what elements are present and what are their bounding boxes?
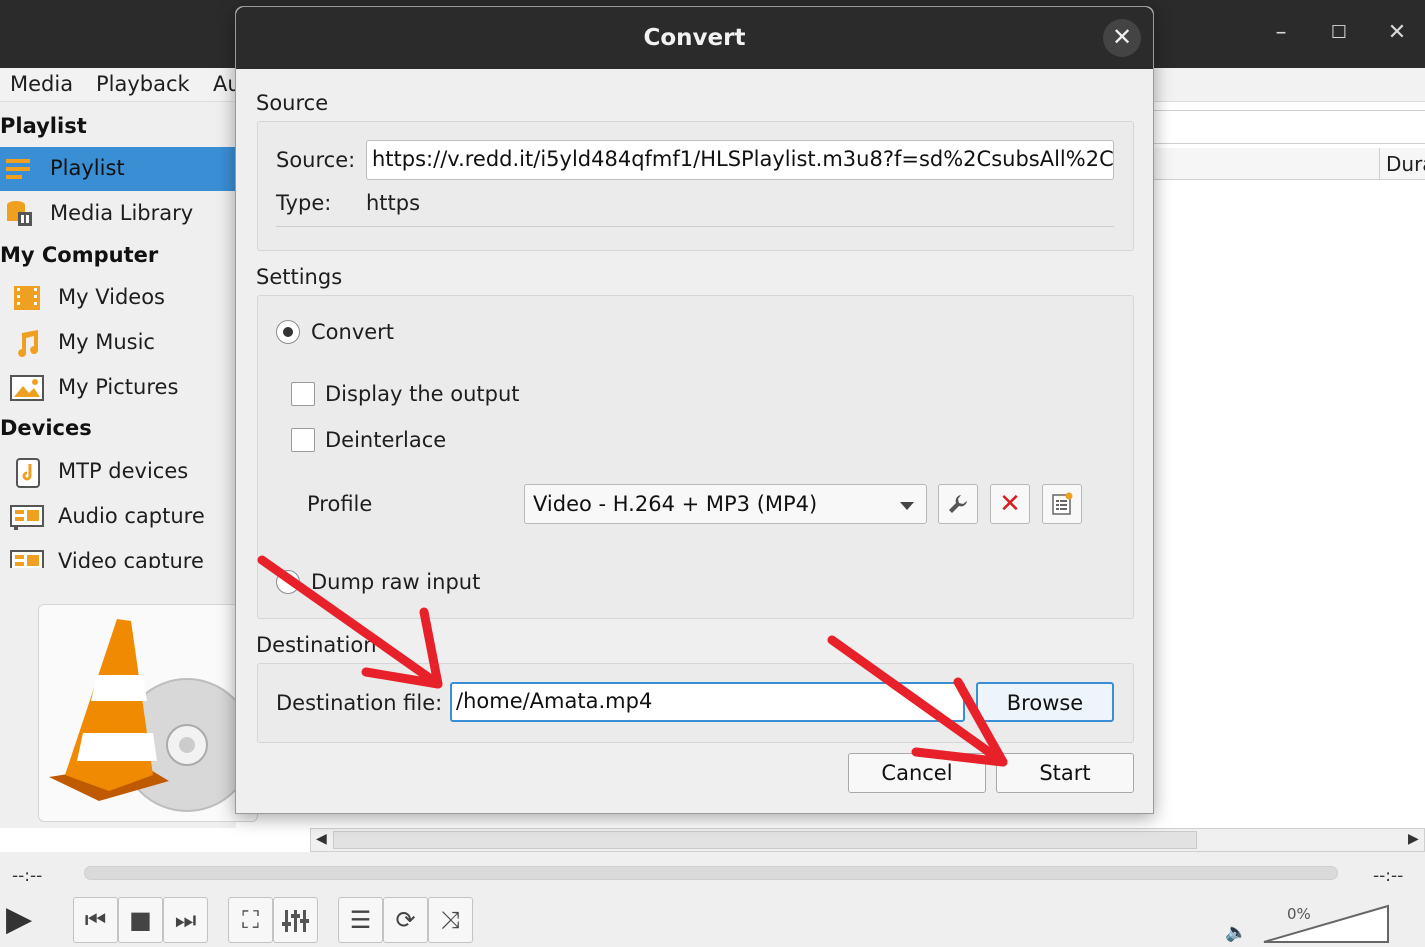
sidebar-item-label: Audio capture bbox=[58, 504, 205, 528]
album-art-placeholder bbox=[38, 604, 258, 822]
close-window-icon[interactable]: ✕ bbox=[1382, 20, 1412, 45]
scroll-right-icon[interactable]: ▶ bbox=[1408, 831, 1419, 847]
sidebar-item-label: My Music bbox=[58, 330, 155, 354]
sidebar-item-label: Media Library bbox=[50, 201, 194, 225]
sidebar-item-label: MTP devices bbox=[58, 459, 189, 483]
speaker-icon[interactable]: 🔈 bbox=[1225, 922, 1247, 943]
total-time: --:-- bbox=[1373, 866, 1404, 886]
next-button[interactable]: ⏭ bbox=[163, 897, 208, 943]
source-group: Source: https://v.redd.it/i5yld484qfmf1/… bbox=[257, 121, 1134, 251]
seek-slider[interactable] bbox=[84, 866, 1338, 880]
scroll-left-icon[interactable]: ◀ bbox=[316, 831, 327, 847]
play-button[interactable]: ▶ bbox=[6, 897, 46, 943]
sidebar-item-mtp-devices[interactable]: MTP devices bbox=[0, 450, 236, 494]
dump-raw-radio[interactable] bbox=[276, 570, 300, 594]
minimize-icon[interactable]: – bbox=[1266, 20, 1296, 45]
cancel-button[interactable]: Cancel bbox=[848, 753, 986, 793]
sidebar-item-audio-capture[interactable]: Audio capture bbox=[0, 495, 236, 539]
sidebar-item-my-pictures[interactable]: My Pictures bbox=[0, 366, 236, 410]
sidebar-item-label: My Videos bbox=[58, 285, 165, 309]
maximize-icon[interactable]: ☐ bbox=[1324, 22, 1354, 43]
source-divider bbox=[276, 226, 1114, 227]
fullscreen-button[interactable]: ⛶ bbox=[228, 897, 273, 943]
menu-media[interactable]: Media bbox=[10, 72, 73, 96]
sliders-icon bbox=[281, 910, 309, 932]
capture-card-icon bbox=[10, 503, 44, 531]
destination-file-field[interactable]: /home/Amata.mp4 bbox=[450, 682, 965, 722]
shuffle-button[interactable]: ⤨ bbox=[428, 897, 473, 943]
horizontal-scrollbar[interactable]: ◀ ▶ bbox=[310, 828, 1425, 852]
profile-select-value: Video - H.264 + MP3 (MP4) bbox=[533, 492, 818, 516]
capture-card-icon bbox=[10, 548, 44, 568]
playlist-search-field[interactable] bbox=[1153, 110, 1425, 144]
media-library-icon bbox=[4, 200, 34, 228]
deinterlace-checkbox[interactable] bbox=[291, 428, 315, 452]
sidebar-item-my-videos[interactable]: My Videos bbox=[0, 276, 236, 320]
volume-slider[interactable] bbox=[1262, 904, 1392, 944]
scrollbar-thumb[interactable] bbox=[333, 831, 1197, 849]
sidebar-heading-devices: Devices bbox=[0, 416, 92, 440]
wrench-icon bbox=[949, 495, 967, 513]
previous-button[interactable]: ⏮ bbox=[73, 897, 118, 943]
profile-select[interactable]: Video - H.264 + MP3 (MP4) bbox=[524, 484, 927, 524]
sidebar-item-playlist[interactable]: Playlist bbox=[0, 147, 236, 191]
vlc-cone-logo bbox=[49, 619, 254, 812]
elapsed-time: --:-- bbox=[12, 866, 43, 886]
sidebar-item-media-library[interactable]: Media Library bbox=[0, 192, 236, 236]
playlist-header: Dura bbox=[1153, 148, 1425, 180]
profile-label: Profile bbox=[307, 492, 373, 516]
type-label: Type: bbox=[276, 191, 332, 215]
equalizer-button[interactable] bbox=[273, 897, 318, 943]
picture-icon bbox=[10, 374, 44, 402]
start-button-label: Start bbox=[1039, 761, 1091, 785]
cancel-button-label: Cancel bbox=[881, 761, 953, 785]
convert-radio[interactable] bbox=[276, 320, 300, 344]
source-url-field[interactable]: https://v.redd.it/i5yld484qfmf1/HLSPlayl… bbox=[366, 140, 1114, 180]
new-profile-icon bbox=[1052, 492, 1073, 515]
column-duration[interactable]: Dura bbox=[1379, 148, 1425, 180]
display-output-label[interactable]: Display the output bbox=[325, 382, 520, 406]
menu-playback[interactable]: Playback bbox=[96, 72, 190, 96]
sidebar-item-label: Video capture bbox=[58, 549, 204, 568]
chevron-down-icon bbox=[900, 502, 914, 510]
sidebar-heading-playlist: Playlist bbox=[0, 114, 87, 138]
playlist-toggle-button[interactable]: ☰ bbox=[338, 897, 383, 943]
player-controls: --:-- --:-- ▶ ⏮ ■ ⏭ ⛶ ☰ ⟳ ⤨ 🔈 0% bbox=[0, 852, 1425, 947]
playlist-icon bbox=[4, 155, 34, 183]
display-output-checkbox[interactable] bbox=[291, 382, 315, 406]
destination-group: Destination file: /home/Amata.mp4 Browse bbox=[257, 663, 1134, 743]
loop-button[interactable]: ⟳ bbox=[383, 897, 428, 943]
new-profile-button[interactable] bbox=[1042, 484, 1082, 524]
settings-group: Convert Display the output Deinterlace P… bbox=[257, 295, 1134, 619]
playlist-view: Dura bbox=[1153, 102, 1425, 828]
close-icon[interactable]: ✕ bbox=[1103, 19, 1141, 57]
music-note-icon bbox=[12, 329, 42, 357]
type-value: https bbox=[366, 191, 421, 215]
delete-x-icon: ✕ bbox=[999, 489, 1021, 519]
source-label: Source: bbox=[276, 148, 356, 172]
sidebar-item-label: My Pictures bbox=[58, 375, 179, 399]
dialog-title: Convert bbox=[236, 7, 1153, 69]
destination-section-label: Destination bbox=[256, 633, 377, 657]
settings-section-label: Settings bbox=[256, 265, 343, 289]
deinterlace-label[interactable]: Deinterlace bbox=[325, 428, 446, 452]
sidebar-item-video-capture[interactable]: Video capture bbox=[0, 540, 236, 568]
browse-button[interactable]: Browse bbox=[976, 682, 1114, 722]
destination-file-label: Destination file: bbox=[276, 691, 443, 715]
phone-icon bbox=[14, 458, 44, 488]
sidebar-item-label: Playlist bbox=[50, 156, 125, 180]
sidebar-heading-my-computer: My Computer bbox=[0, 243, 159, 267]
start-button[interactable]: Start bbox=[996, 753, 1134, 793]
convert-dialog: Convert ✕ Source Source: https://v.redd.… bbox=[235, 6, 1154, 814]
stop-button[interactable]: ■ bbox=[118, 897, 163, 943]
convert-radio-label[interactable]: Convert bbox=[311, 320, 394, 344]
film-icon bbox=[12, 284, 42, 312]
source-section-label: Source bbox=[256, 91, 329, 115]
edit-profile-button[interactable] bbox=[938, 484, 978, 524]
delete-profile-button[interactable]: ✕ bbox=[990, 484, 1030, 524]
sidebar-item-my-music[interactable]: My Music bbox=[0, 321, 236, 365]
dump-raw-label[interactable]: Dump raw input bbox=[311, 570, 480, 594]
